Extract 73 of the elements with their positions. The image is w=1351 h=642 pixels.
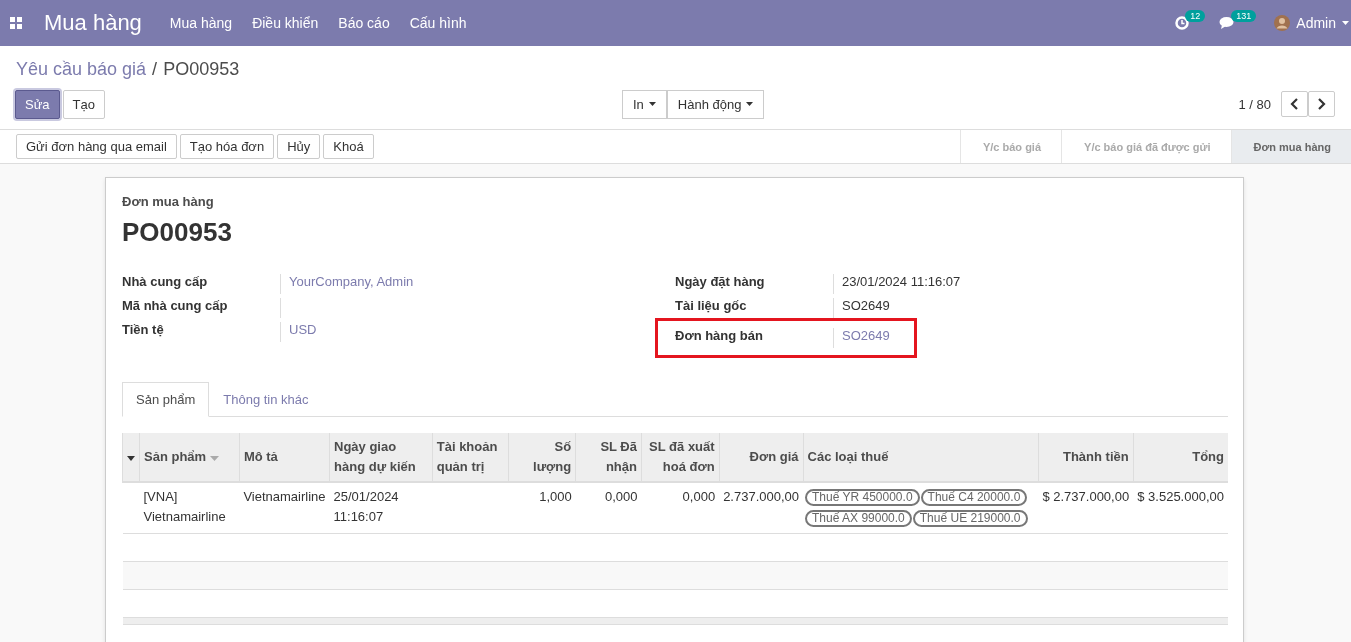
column-header[interactable]: Đơn giá (719, 433, 804, 482)
table-cell: [VNA] Vietnamairline (139, 482, 240, 534)
table-cell: 0,000 (641, 482, 720, 534)
app-title: Mua hàng (44, 10, 142, 36)
clock-icon[interactable] (1175, 16, 1190, 30)
chevron-left-icon (1290, 98, 1299, 110)
column-header[interactable]: SL Đã nhận (575, 433, 642, 482)
field-label: Mã nhà cung cấp (122, 298, 229, 313)
tab[interactable]: Thông tin khác (209, 382, 323, 417)
menu-item[interactable]: Điều khiển (252, 15, 319, 31)
pager-text: 1 / 80 (1238, 96, 1271, 112)
table-cell: 0,000 (575, 482, 642, 534)
tab[interactable]: Sản phẩm (122, 382, 210, 417)
table-cell: 2.737.000,00 (719, 482, 804, 534)
form-caption: Đơn mua hàng (122, 194, 215, 209)
field-label: Đơn hàng bán (675, 328, 764, 343)
activity-count-badge: 12 (1185, 10, 1206, 22)
breadcrumb-separator: / (152, 59, 158, 79)
breadcrumb-current: PO00953 (163, 59, 240, 79)
column-header[interactable]: Số lượng (508, 433, 576, 482)
field-link[interactable]: USD (289, 322, 317, 337)
message-count-badge: 131 (1231, 10, 1257, 22)
action-button[interactable]: Gửi đơn hàng qua email (16, 134, 177, 159)
breadcrumb-link[interactable]: Yêu cầu báo giá (16, 59, 147, 79)
action-button[interactable]: Tạo hóa đơn (179, 134, 275, 159)
caret-icon (746, 102, 754, 106)
column-header[interactable]: Mô tả (239, 433, 330, 482)
field-link[interactable]: SO2649 (842, 328, 890, 343)
tax-tag: Thuế YR 450000.0 (805, 489, 920, 506)
field-label: Nhà cung cấp (122, 274, 209, 289)
field-value: SO2649 (842, 298, 890, 313)
chat-icon[interactable] (1219, 16, 1235, 30)
column-header[interactable]: Tổng (1133, 433, 1228, 482)
order-number: PO00953 (122, 217, 233, 248)
user-menu[interactable]: Admin (1274, 15, 1349, 31)
table-cell: 25/01/2024 11:16:07 (329, 482, 433, 534)
menu-item[interactable]: Báo cáo (338, 15, 390, 31)
caret-icon (1342, 21, 1349, 25)
field-label: Ngày đặt hàng (675, 274, 766, 289)
column-header[interactable]: Sản phẩm (139, 433, 240, 482)
field-value: 23/01/2024 11:16:07 (842, 274, 961, 289)
column-header[interactable]: Ngày giao hàng dự kiến (329, 433, 433, 482)
column-header[interactable]: Tài khoản quản trị (432, 433, 509, 482)
avatar-icon (1274, 15, 1291, 31)
chevron-right-icon (1317, 98, 1326, 110)
status-stage[interactable]: Đơn mua hàng (1230, 130, 1351, 163)
column-header[interactable]: Các loại thuế (803, 433, 1039, 482)
sort-caret-icon (209, 456, 219, 461)
field-label: Tiền tệ (122, 322, 165, 337)
table-cell: 1,000 (508, 482, 576, 534)
print-dropdown[interactable]: In (622, 89, 667, 119)
field-label: Tài liệu gốc (675, 298, 748, 313)
field-link[interactable]: YourCompany, Admin (289, 274, 414, 289)
edit-button[interactable]: Sửa (15, 89, 60, 119)
next-button[interactable] (1308, 91, 1335, 117)
caret-icon[interactable] (127, 456, 135, 461)
previous-button[interactable] (1281, 91, 1308, 117)
table-cell: $ 2.737.000,00 (1038, 482, 1134, 534)
caret-icon (648, 102, 656, 106)
apps-menu-icon[interactable] (10, 17, 22, 29)
column-header[interactable]: SL đã xuất hoá đơn (641, 433, 720, 482)
tax-tag: Thuế C4 20000.0 (920, 489, 1028, 506)
action-button[interactable]: Khoá (323, 134, 374, 159)
menu-item[interactable]: Cấu hình (409, 15, 467, 31)
tax-tag: Thuế UE 219000.0 (912, 510, 1028, 527)
menu-item[interactable]: Mua hàng (169, 15, 233, 31)
column-header[interactable]: Thành tiền (1038, 433, 1134, 482)
tax-tag: Thuế AX 99000.0 (805, 510, 912, 527)
action-button[interactable]: Hủy (277, 134, 321, 159)
table-cell: Vietnamairline (239, 482, 330, 534)
action-dropdown[interactable]: Hành động (666, 89, 765, 119)
create-button[interactable]: Tạo (62, 89, 105, 119)
table-cell: $ 3.525.000,00 (1133, 482, 1228, 534)
